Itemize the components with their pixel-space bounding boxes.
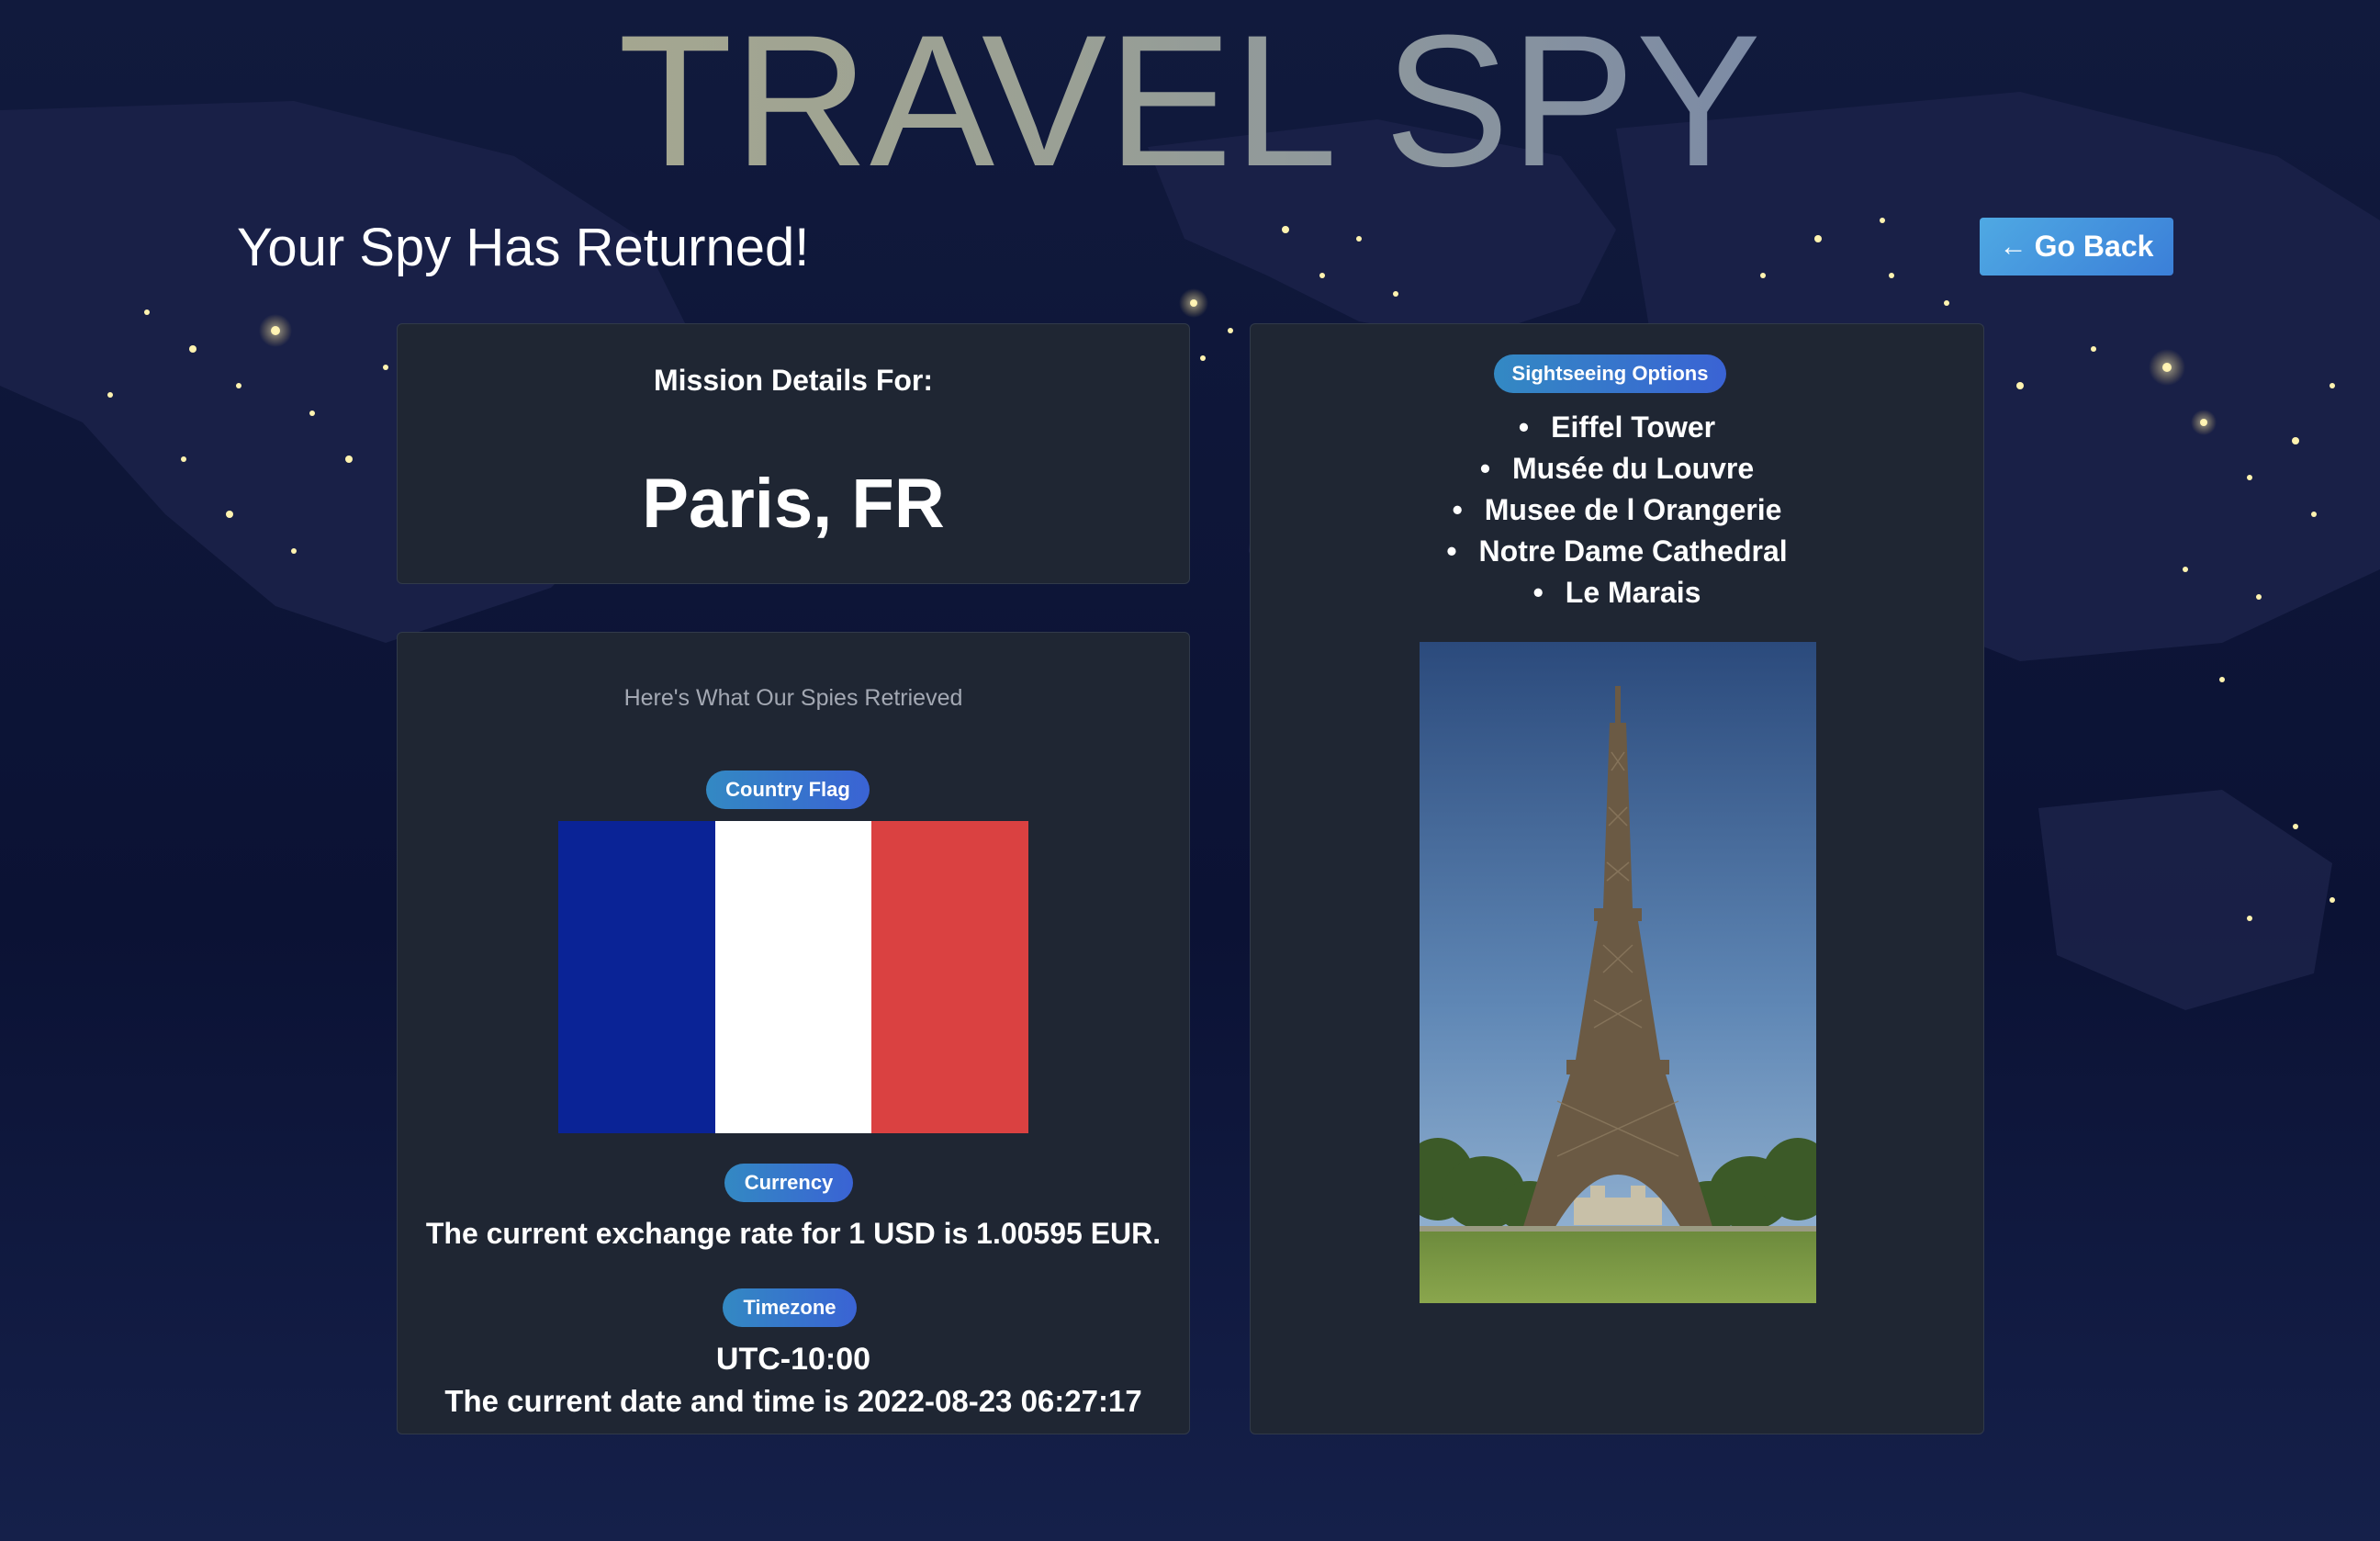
sightseeing-card: Sightseeing Options Eiffel Tower Musée d…: [1250, 323, 1984, 1434]
go-back-label: Go Back: [2034, 230, 2154, 263]
sightseeing-list: Eiffel Tower Musée du Louvre Musee de l …: [1251, 407, 1983, 613]
flag-stripe-red: [871, 821, 1029, 1133]
current-datetime-text: The current date and time is 2022-08-23 …: [444, 1384, 1142, 1418]
exchange-rate-text: The current exchange rate for 1 USD is 1…: [425, 1217, 1162, 1250]
country-flag-badge: Country Flag: [706, 770, 870, 809]
info-card: Here's What Our Spies Retrieved Country …: [397, 632, 1190, 1434]
list-item: Musée du Louvre: [1251, 448, 1983, 489]
timezone-offset: UTC-10:00: [715, 1342, 871, 1377]
flag-stripe-blue: [558, 821, 715, 1133]
eiffel-tower-photo: [1420, 642, 1816, 1303]
list-item: Notre Dame Cathedral: [1251, 531, 1983, 572]
timezone-badge: Timezone: [723, 1288, 857, 1327]
country-flag-image: [558, 821, 1029, 1133]
mission-card: Mission Details For: Paris, FR: [397, 323, 1190, 584]
flag-stripe-white: [714, 821, 872, 1133]
list-item: Eiffel Tower: [1251, 407, 1983, 448]
app-title: TRAVEL SPY: [0, 7, 2380, 195]
city-name: Paris, FR: [642, 465, 945, 543]
list-item: Musee de l Orangerie: [1251, 489, 1983, 531]
go-back-button[interactable]: ← Go Back: [1980, 218, 2173, 276]
info-subtitle: Here's What Our Spies Retrieved: [623, 685, 963, 711]
list-item: Le Marais: [1251, 572, 1983, 613]
arrow-left-icon: ←: [1999, 231, 2027, 262]
sightseeing-badge: Sightseeing Options: [1494, 354, 1726, 393]
currency-badge: Currency: [724, 1164, 853, 1202]
page-headline: Your Spy Has Returned!: [237, 218, 810, 277]
mission-label: Mission Details For:: [653, 364, 934, 397]
